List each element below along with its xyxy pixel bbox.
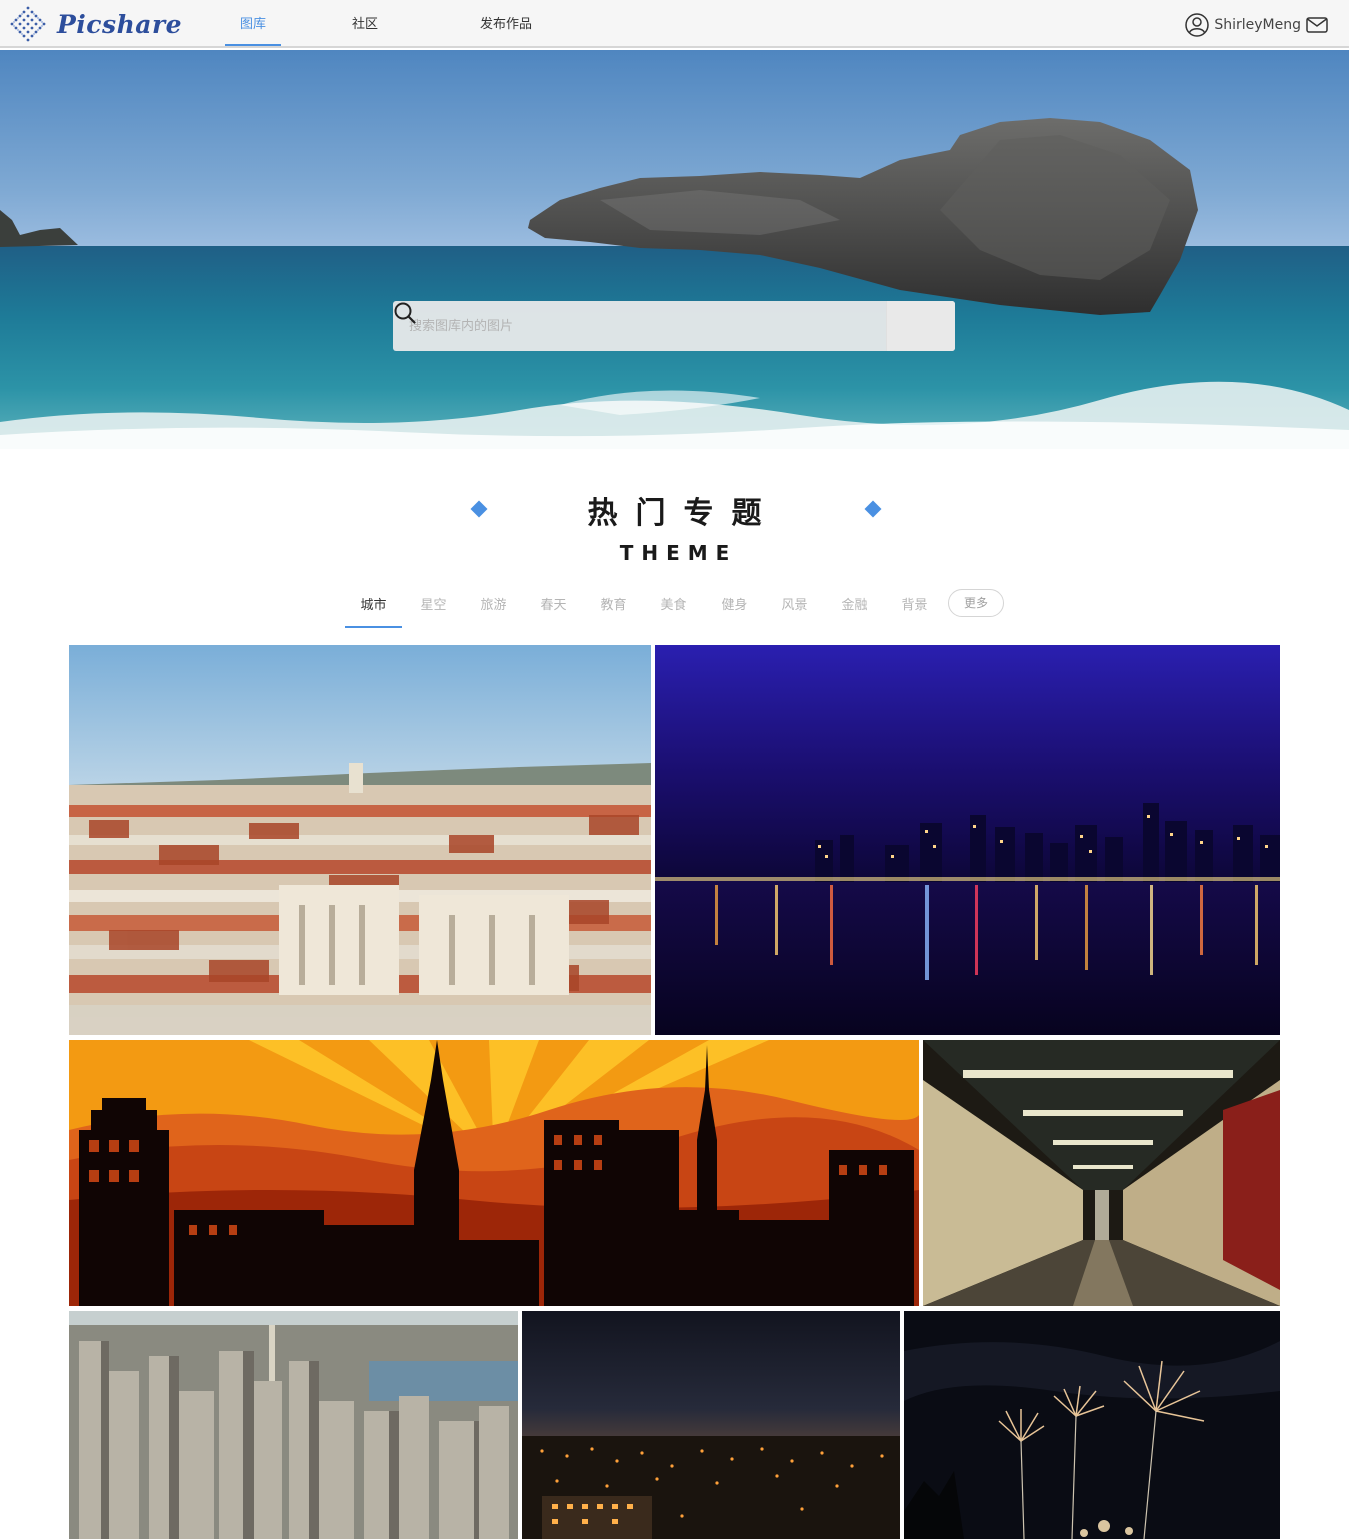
picshare-logo[interactable]: Picshare bbox=[8, 4, 182, 44]
tab-city[interactable]: 城市 bbox=[345, 594, 402, 628]
hero-banner bbox=[0, 50, 1349, 449]
photo-fireworks[interactable] bbox=[904, 1311, 1280, 1539]
nav-gallery[interactable]: 图库 bbox=[225, 0, 281, 46]
hero-seascape-image bbox=[0, 50, 1349, 449]
tab-scenery[interactable]: 风景 bbox=[766, 594, 823, 628]
search-bar bbox=[393, 301, 955, 351]
photo-night-skyline[interactable] bbox=[655, 645, 1280, 1035]
user-circle-icon[interactable] bbox=[1184, 12, 1210, 38]
photo-subway-corridor[interactable] bbox=[923, 1040, 1280, 1306]
photo-sunset-skyline-illustration[interactable] bbox=[69, 1040, 919, 1306]
top-navigation-bar: Picshare 图库 社区 发布作品 ShirleyMeng bbox=[0, 0, 1349, 48]
search-input[interactable] bbox=[393, 301, 886, 351]
tab-fitness[interactable]: 健身 bbox=[706, 594, 763, 628]
user-area: ShirleyMeng bbox=[1184, 12, 1329, 38]
section-subtitle: THEME bbox=[619, 541, 738, 565]
search-button[interactable] bbox=[394, 301, 955, 351]
tab-finance[interactable]: 金融 bbox=[826, 594, 883, 628]
photo-city-rooftops[interactable] bbox=[69, 645, 651, 1035]
tab-starry-sky[interactable]: 星空 bbox=[405, 594, 462, 628]
tab-food[interactable]: 美食 bbox=[645, 594, 702, 628]
more-topics-button[interactable]: 更多 bbox=[948, 589, 1004, 617]
section-title: 热门专题 bbox=[587, 496, 780, 531]
logo-mark-icon bbox=[10, 6, 46, 42]
tab-spring[interactable]: 春天 bbox=[525, 594, 582, 628]
username-link[interactable]: ShirleyMeng bbox=[1214, 17, 1301, 33]
tab-background[interactable]: 背景 bbox=[886, 594, 943, 628]
nav-publish[interactable]: 发布作品 bbox=[466, 0, 546, 46]
photo-aerial-manhattan[interactable] bbox=[69, 1311, 518, 1539]
tab-education[interactable]: 教育 bbox=[585, 594, 642, 628]
logo-text: Picshare bbox=[57, 9, 183, 39]
nav-community[interactable]: 社区 bbox=[337, 0, 393, 46]
photo-city-lights-at-dusk[interactable] bbox=[522, 1311, 900, 1539]
mail-icon[interactable] bbox=[1305, 15, 1329, 35]
search-icon bbox=[394, 302, 416, 324]
tab-travel[interactable]: 旅游 bbox=[465, 594, 522, 628]
